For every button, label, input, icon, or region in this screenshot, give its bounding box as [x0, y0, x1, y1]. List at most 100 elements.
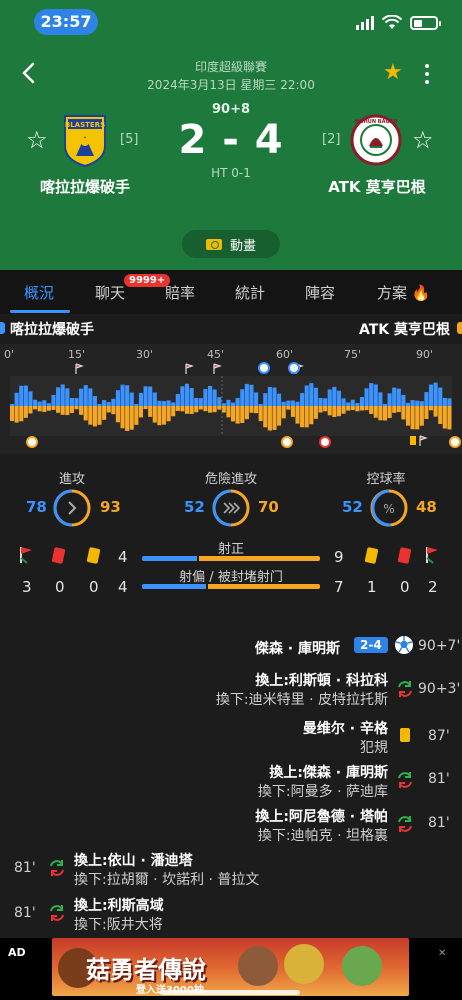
momentum-away-bar — [51, 406, 56, 410]
favorite-match-star-icon[interactable]: ★ — [383, 62, 403, 84]
goal-marker — [319, 436, 331, 448]
momentum-home-bar — [359, 397, 365, 406]
momentum-away-bar — [125, 406, 130, 431]
momentum-away-bar — [10, 406, 15, 421]
events-list: 傑森 · 庫明斯 2-4 90+7' 換上:利斯頓 · 科拉科 換下:迪米特里 … — [0, 618, 462, 940]
momentum-home-bar — [309, 383, 314, 406]
goal-marker — [449, 436, 461, 448]
attack-home: 78 — [26, 498, 47, 516]
ad-banner[interactable]: 菇勇者傳說 登入送3000抽 — [52, 938, 409, 996]
tab-chat[interactable]: 聊天 — [95, 282, 125, 303]
momentum-timeline[interactable]: 0' 15' 30' 45' 60' 75' 90' — [0, 344, 462, 454]
momentum-away-bar — [203, 406, 208, 412]
substitution-icon — [398, 772, 412, 788]
away-corner-icon — [426, 547, 438, 564]
momentum-away-bar — [323, 406, 328, 412]
home-indicator[interactable] — [160, 990, 300, 995]
possession-away: 48 — [416, 498, 437, 516]
momentum-away-bar — [226, 406, 231, 418]
momentum-home-bar — [23, 385, 28, 406]
event-sub-out: 換下:迪帕克 · 坦格裏 — [257, 828, 388, 844]
momentum-away-bar — [83, 406, 88, 421]
momentum-home-bar — [166, 400, 171, 406]
event-reason: 犯規 — [360, 740, 388, 756]
momentum-away-bar — [396, 406, 401, 413]
tab-odds[interactable]: 賠率 — [165, 282, 195, 303]
event-sub-in: 換上:利斯頓 · 科拉科 — [255, 673, 388, 689]
momentum-away-bar — [65, 406, 70, 416]
momentum-away-bar — [19, 406, 24, 422]
off-target-bar — [142, 584, 320, 589]
stats-panel: 進攻 危險進攻 控球率 78 93 52 70 52 % 48 4 射正 9 3… — [0, 462, 462, 606]
event-sub-in: 換上:傑森 · 庫明斯 — [269, 765, 388, 781]
possession-home: 52 — [342, 498, 363, 516]
attack-label: 進攻 — [58, 472, 85, 487]
tab-plans[interactable]: 方案 🔥 — [377, 282, 430, 303]
momentum-away-bar — [60, 406, 65, 415]
momentum-away-bar — [244, 406, 249, 420]
momentum-away-bar — [327, 406, 332, 416]
ad-title: 菇勇者傳說 — [86, 956, 206, 984]
substitution-icon — [50, 905, 64, 921]
momentum-home-bar — [419, 401, 424, 406]
momentum-home-bar — [364, 388, 369, 406]
away-team-name[interactable]: ATK 莫亨巴根 — [302, 176, 452, 197]
timeline-away-label: ATK 莫亨巴根 — [358, 322, 450, 338]
momentum-away-bar — [79, 406, 84, 415]
momentum-away-bar — [23, 406, 28, 418]
event-player: 曼维尔 · 辛格 — [302, 721, 388, 737]
momentum-home-bar — [295, 401, 300, 406]
momentum-away-bar — [74, 406, 79, 410]
momentum-home-bar — [115, 390, 120, 406]
momentum-away-bar — [415, 406, 420, 430]
animation-label: 動畫 — [229, 238, 256, 254]
momentum-home-bar — [106, 402, 111, 406]
tab-overview[interactable]: 概況 — [24, 282, 54, 303]
home-red-card-icon — [51, 547, 66, 564]
momentum-home-bar — [263, 393, 268, 406]
off-target-home: 4 — [118, 578, 128, 596]
momentum-home-bar — [111, 398, 116, 406]
momentum-home-bar — [346, 402, 351, 406]
momentum-away-bar — [336, 406, 341, 417]
ad-close-icon[interactable]: ✕ — [438, 948, 446, 959]
momentum-away-bar — [300, 406, 305, 428]
home-corners: 3 — [22, 578, 32, 596]
momentum-home-bar — [290, 400, 295, 406]
off-target-away-bar — [208, 584, 320, 589]
momentum-away-bar — [157, 406, 162, 426]
animation-button[interactable]: 動畫 — [182, 230, 280, 258]
more-menu-icon[interactable] — [422, 62, 432, 86]
momentum-home-bar — [405, 402, 411, 406]
momentum-away-bar — [272, 406, 277, 430]
momentum-home-bar — [369, 383, 374, 406]
tab-lineup[interactable]: 陣容 — [305, 282, 335, 303]
yellow-card-marker — [410, 436, 416, 445]
momentum-home-bar — [212, 389, 217, 406]
off-target-label: 射偏 / 被封堵射门 — [179, 570, 283, 585]
momentum-away-bar — [92, 406, 97, 427]
momentum-away-bar — [115, 406, 120, 423]
momentum-home-bar — [231, 402, 236, 406]
momentum-away-bar — [212, 406, 217, 413]
momentum-away-bar — [277, 406, 282, 426]
home-corner-icon — [20, 547, 32, 564]
momentum-away-bar — [373, 406, 378, 418]
momentum-away-bar — [42, 406, 47, 412]
momentum-home-bar — [88, 388, 93, 406]
tab-stats[interactable]: 統計 — [235, 282, 265, 303]
momentum-away-bar — [318, 406, 323, 413]
momentum-home-bar — [37, 401, 42, 406]
momentum-home-bar — [235, 397, 240, 406]
momentum-home-bar — [378, 392, 383, 406]
favorite-away-star-icon[interactable]: ☆ — [412, 128, 434, 152]
momentum-away-bar — [410, 406, 415, 430]
possession-label: 控球率 — [366, 472, 406, 487]
match-header: 23:57 印度超級聯賽 2024年3月13日 星期三 22:00 ★ ☆ BL… — [0, 0, 462, 270]
momentum-away-bar — [106, 406, 111, 413]
event-sub-in: 換上:阿尼魯德 · 塔帕 — [255, 809, 388, 825]
momentum-away-bar — [129, 406, 134, 430]
away-team-logo[interactable]: MOHUN BAGAN — [350, 114, 402, 166]
tick-label: 15' — [68, 348, 86, 361]
momentum-home-bar — [410, 400, 415, 406]
